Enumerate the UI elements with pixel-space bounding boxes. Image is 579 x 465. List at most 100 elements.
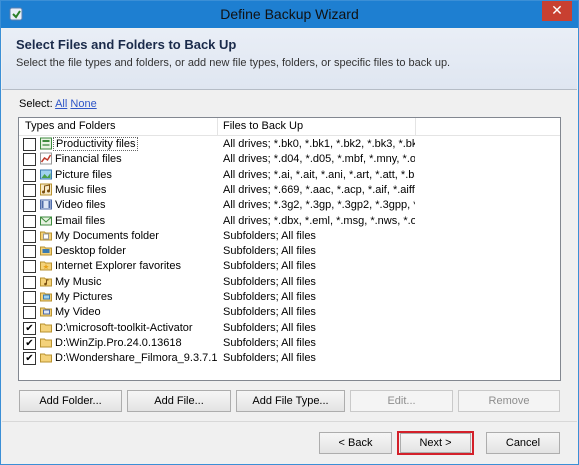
folder-icon [40,323,52,333]
column-header-types[interactable]: Types and Folders [25,120,116,132]
column-header-files[interactable]: Files to Back Up [223,120,303,132]
row-files: All drives; *.ai, *.ait, *.ani, *.art, *… [223,168,415,181]
row-checkbox[interactable] [23,275,36,289]
select-controls: Select: All None [19,98,97,110]
row-files: Subfolders; All files [223,336,316,349]
row-checkbox[interactable] [23,306,36,320]
list-item[interactable]: Picture files All drives; *.ai, *.ait, *.… [19,168,560,183]
close-button[interactable]: ✕ [542,1,572,21]
row-name: D:\Wondershare_Filmora_9.3.7.1 [55,352,218,365]
row-checkbox[interactable] [23,260,36,274]
row-checkbox[interactable] [23,214,36,228]
list-item[interactable]: My Music Subfolders; All files [19,275,560,290]
row-name: My Music [55,275,102,288]
add-folder-button[interactable]: Add Folder... [19,390,122,412]
row-files: Subfolders; All files [223,352,316,365]
page-description: Select the file types and folders, or ad… [16,57,451,69]
row-checkbox[interactable] [23,183,36,197]
row-files: All drives; *.3g2, *.3gp, *.3gp2, *.3gpp… [223,199,415,212]
add-file-type-button[interactable]: Add File Type... [236,390,345,412]
row-checkbox[interactable]: ✔ [23,352,36,366]
select-label: Select: [19,98,53,110]
select-none-link[interactable]: None [70,98,96,110]
folder-icon [40,338,52,348]
backup-wizard-window: Define Backup Wizard ✕ Select Files and … [0,0,579,465]
back-button[interactable]: < Back [319,432,392,454]
financial-files-icon [40,152,52,165]
row-files: All drives; *.669, *.aac, *.acp, *.aif, … [223,183,415,196]
row-name: My Documents folder [55,229,159,242]
email-files-icon [40,216,52,225]
window-title: Define Backup Wizard [220,6,359,22]
music-files-icon [40,183,52,196]
list-item[interactable]: ✔ D:\microsoft-toolkit-Activator Subfolder… [19,321,560,336]
row-name: Picture files [55,168,112,181]
list-item[interactable]: My Documents folder Subfolders; All files [19,229,560,244]
row-files: Subfolders; All files [223,229,316,242]
row-files: Subfolders; All files [223,275,316,288]
footer-divider [2,421,577,422]
list-item[interactable]: Music files All drives; *.669, *.aac, *.a… [19,183,560,198]
row-name: Productivity files [53,137,139,151]
list-item[interactable]: ✔ D:\Wondershare_Filmora_9.3.7.1 Subfolder… [19,351,560,366]
list-item[interactable]: ✔ D:\WinZip.Pro.24.0.13618 Subfolders; All… [19,336,560,351]
row-name: My Video [55,306,101,319]
video-folder-icon [40,307,52,317]
productivity-files-icon [40,137,52,150]
music-folder-icon [40,277,52,287]
row-checkbox[interactable] [23,153,36,167]
list-header: Types and Folders Files to Back Up [19,118,560,136]
types-folders-list[interactable]: Types and Folders Files to Back Up Produ… [18,117,561,381]
picture-files-icon [40,169,52,180]
row-checkbox[interactable] [23,199,36,213]
desktop-folder-icon [40,246,52,256]
add-file-button[interactable]: Add File... [127,390,231,412]
row-checkbox[interactable]: ✔ [23,336,36,350]
list-item[interactable]: My Video Subfolders; All files [19,305,560,320]
documents-folder-icon [40,231,52,241]
row-name: Financial files [55,153,122,166]
row-checkbox[interactable] [23,245,36,259]
remove-button[interactable]: Remove [458,390,560,412]
row-files: All drives; *.d04, *.d05, *.mbf, *.mny, … [223,153,415,166]
row-files: All drives; *.bk0, *.bk1, *.bk2, *.bk3, … [223,138,415,150]
row-files: Subfolders; All files [223,260,316,273]
list-item[interactable]: Email files All drives; *.dbx, *.eml, *.m… [19,214,560,229]
select-all-link[interactable]: All [55,98,67,110]
row-files: Subfolders; All files [223,306,316,319]
favorites-folder-icon [40,261,52,271]
row-files: Subfolders; All files [223,291,316,303]
column-divider[interactable] [415,118,416,135]
edit-button[interactable]: Edit... [350,390,453,412]
column-divider[interactable] [217,118,218,135]
folder-icon [40,353,52,363]
list-item[interactable]: Desktop folder Subfolders; All files [19,244,560,259]
next-button[interactable]: Next > [400,433,471,453]
cancel-button[interactable]: Cancel [486,432,560,454]
row-name: My Pictures [55,291,113,303]
row-name: Email files [55,214,106,227]
row-name: Music files [55,183,107,196]
title-bar[interactable]: Define Backup Wizard ✕ [1,1,578,28]
row-name: D:\WinZip.Pro.24.0.13618 [55,336,182,349]
page-title: Select Files and Folders to Back Up [16,37,237,52]
row-checkbox[interactable]: ✔ [23,321,36,335]
list-item[interactable]: Internet Explorer favorites Subfolders; A… [19,259,560,274]
row-name: Internet Explorer favorites [55,260,181,273]
list-item[interactable]: Financial files All drives; *.d04, *.d05,… [19,152,560,167]
row-checkbox[interactable] [23,229,36,243]
row-files: Subfolders; All files [223,321,316,334]
row-checkbox[interactable] [23,168,36,182]
row-checkbox[interactable] [23,291,36,304]
row-name: Desktop folder [55,245,126,258]
row-files: Subfolders; All files [223,245,316,258]
list-item[interactable]: My Pictures Subfolders; All files [19,290,560,305]
video-files-icon [40,199,52,210]
row-name: Video files [55,199,106,212]
list-item[interactable]: Productivity files All drives; *.bk0, *.b… [19,137,560,152]
wizard-header: Select Files and Folders to Back Up Sele… [2,29,577,90]
list-item[interactable]: Video files All drives; *.3g2, *.3gp, *.3… [19,198,560,213]
pictures-folder-icon [40,292,52,302]
row-checkbox[interactable] [23,138,36,151]
row-files: All drives; *.dbx, *.eml, *.msg, *.nws, … [223,214,415,227]
